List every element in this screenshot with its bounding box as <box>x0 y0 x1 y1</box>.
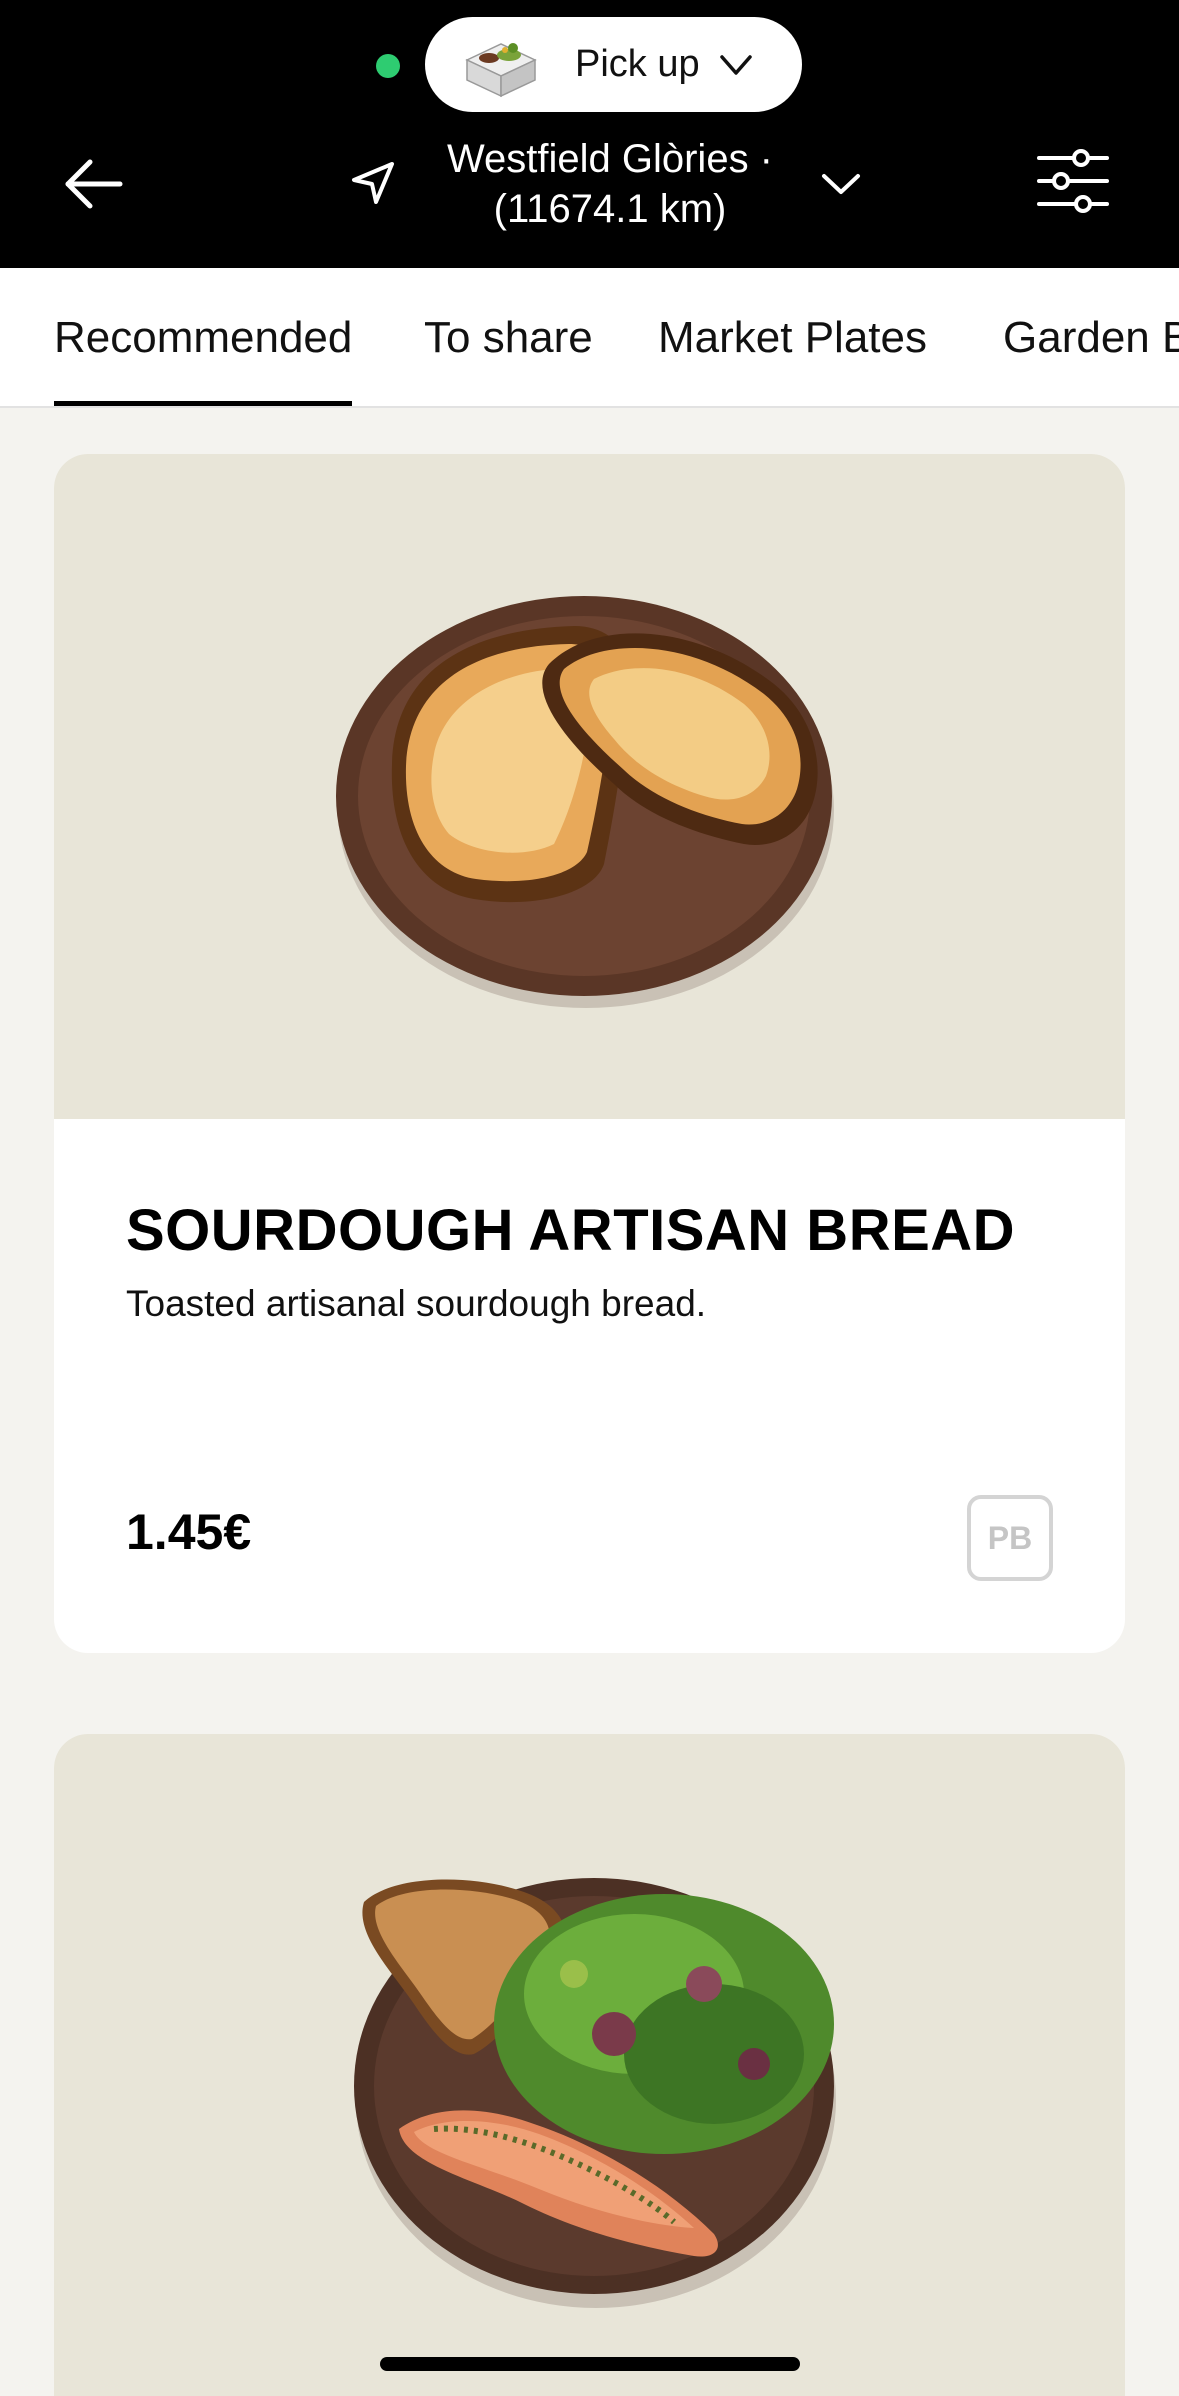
tab-garden-bowls[interactable]: Garden Bowls <box>1003 268 1179 406</box>
home-indicator <box>380 2357 800 2371</box>
back-arrow-icon[interactable] <box>62 152 126 216</box>
top-header: Pick up Westfield Glòries · (11674.1 km) <box>0 0 1179 268</box>
product-card[interactable]: SOURDOUGH ARTISAN BREAD Toasted artisana… <box>54 454 1125 1653</box>
product-title: SOURDOUGH ARTISAN BREAD <box>126 1198 1016 1263</box>
product-description: Toasted artisanal sourdough bread. <box>126 1283 707 1324</box>
product-photo-sourdough-bread <box>54 454 1125 1119</box>
online-status-dot <box>376 54 400 78</box>
store-name: Westfield Glòries · <box>446 137 773 181</box>
chevron-down-icon <box>716 45 756 85</box>
category-tabs: Recommended To share Market Plates Garde… <box>0 268 1179 408</box>
pickup-mode-label: Pick up <box>575 43 700 85</box>
product-price: 1.45€ <box>126 1504 252 1560</box>
pickup-mode-selector[interactable]: Pick up <box>425 17 802 112</box>
tab-to-share[interactable]: To share <box>424 268 593 406</box>
chevron-down-icon[interactable] <box>818 164 864 204</box>
product-card[interactable] <box>54 1734 1125 2396</box>
filter-sliders-icon[interactable] <box>1035 146 1111 216</box>
plant-based-badge: PB <box>967 1495 1053 1581</box>
store-distance: (11674.1 km) <box>493 187 727 231</box>
location-arrow-icon <box>348 158 398 208</box>
store-location-selector[interactable]: Westfield Glòries · (11674.1 km) <box>420 134 800 234</box>
food-box-icon <box>461 30 541 100</box>
tab-recommended[interactable]: Recommended <box>54 268 353 406</box>
product-photo-salmon-plate <box>54 1734 1125 2396</box>
tab-market-plates[interactable]: Market Plates <box>658 268 927 406</box>
